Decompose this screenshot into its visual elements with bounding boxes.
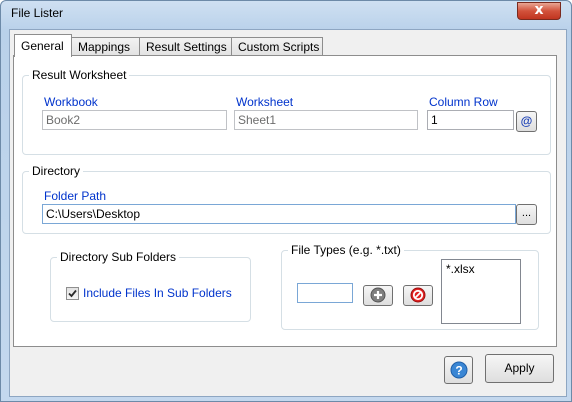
no-entry-icon [410,287,426,303]
worksheet-label: Worksheet [236,95,294,109]
sub-folders-group: Directory Sub Folders Include Files In S… [50,250,251,322]
tab-general[interactable]: General [14,34,72,57]
dialog-footer: ? Apply [10,348,566,396]
folder-path-label: Folder Path [44,189,107,203]
include-subfolders-label[interactable]: Include Files In Sub Folders [83,286,232,300]
column-row-label: Column Row [429,95,498,109]
general-tab-panel: Result Worksheet Workbook Book2 Workshee… [13,55,557,347]
dialog-client-area: General Mappings Result Settings Custom … [9,29,567,397]
directory-group: Directory Folder Path C:\Users\Desktop .… [22,164,551,234]
file-lister-window: File Lister x General Mappings Result Se… [0,0,572,402]
directory-title: Directory [29,164,84,178]
tab-custom-scripts[interactable]: Custom Scripts [231,37,323,56]
column-row-field[interactable]: 1 [427,110,514,130]
checkmark-icon [68,289,77,298]
help-button[interactable]: ? [444,356,473,384]
browse-button[interactable]: ... [516,204,537,225]
add-file-type-button[interactable] [363,285,393,306]
file-types-title: File Types (e.g. *.txt) [288,243,404,257]
svg-text:?: ? [455,364,462,378]
ellipsis-icon: ... [521,207,532,219]
apply-button[interactable]: Apply [485,354,554,383]
plus-circle-icon [370,287,386,303]
close-icon: x [534,2,544,18]
tab-mappings[interactable]: Mappings [71,37,140,56]
tab-result-settings[interactable]: Result Settings [139,37,232,56]
folder-path-field[interactable]: C:\Users\Desktop [42,204,516,224]
remove-file-type-button[interactable] [403,285,433,306]
title-bar: File Lister x [1,1,571,27]
sub-folders-title: Directory Sub Folders [57,250,180,264]
workbook-field[interactable]: Book2 [42,110,227,130]
result-worksheet-title: Result Worksheet [29,68,130,82]
file-types-list[interactable]: *.xlsx [441,259,521,324]
close-button[interactable]: x [517,2,561,20]
worksheet-field[interactable]: Sheet1 [234,110,418,130]
pick-cell-button[interactable]: @ [516,111,537,132]
workbook-label: Workbook [44,95,98,109]
file-type-list-item[interactable]: *.xlsx [446,262,516,276]
file-types-group: File Types (e.g. *.txt) *.xlsx [281,243,539,330]
question-circle-icon: ? [450,361,468,379]
file-type-input[interactable] [297,283,353,303]
include-subfolders-checkbox[interactable] [66,287,79,300]
window-title: File Lister [11,6,64,20]
at-icon: @ [520,114,533,128]
result-worksheet-group: Result Worksheet Workbook Book2 Workshee… [22,68,551,155]
